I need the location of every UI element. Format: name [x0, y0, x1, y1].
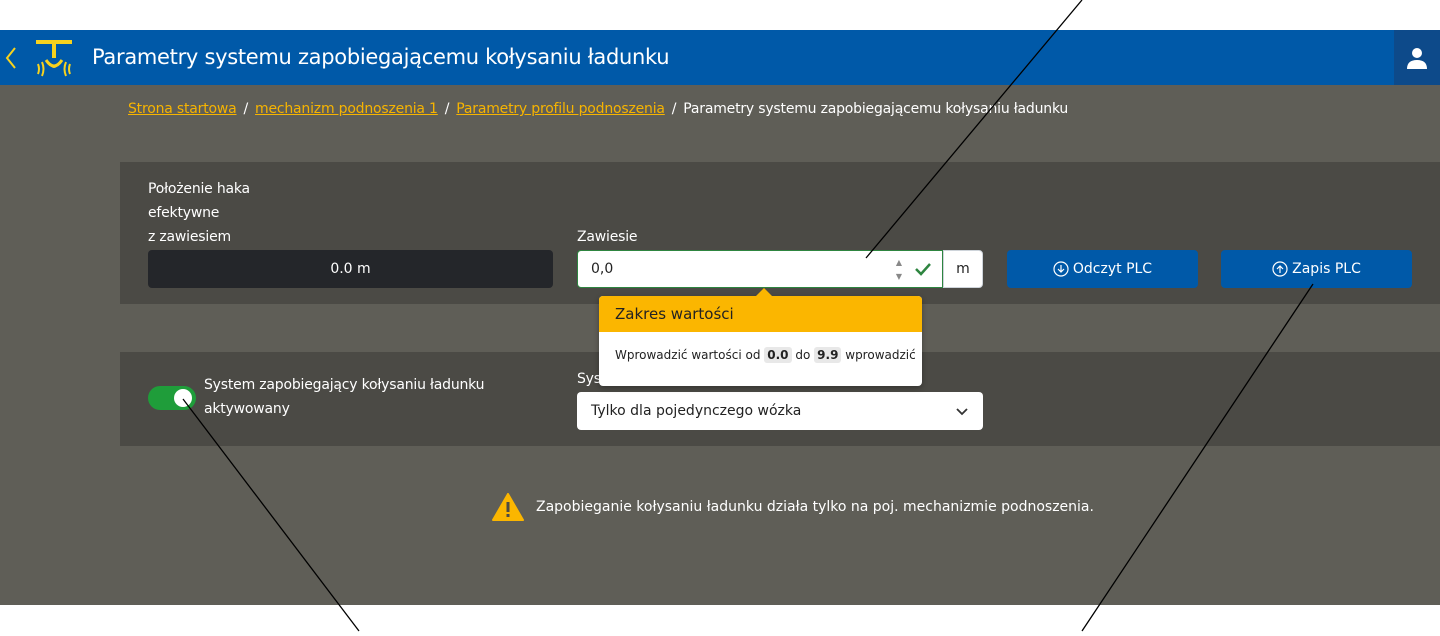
popover-title: Zakres wartości [599, 296, 922, 332]
chevron-left-icon [5, 46, 16, 69]
read-plc-button[interactable]: Odczyt PLC [1007, 250, 1198, 288]
hook-position-label-line1: Położenie haka [148, 181, 250, 197]
hook-position-label-line3: z zawiesiem [148, 229, 231, 245]
arrow-up-circle-icon [1272, 261, 1288, 277]
warning-icon [492, 493, 524, 521]
select-label: Sys [577, 371, 601, 387]
hook-position-value: 0.0 m [148, 250, 553, 288]
user-button[interactable] [1394, 30, 1440, 85]
chevron-down-icon [956, 408, 968, 416]
mode-select-value: Tylko dla pojedynczego wózka [591, 403, 802, 419]
mode-select[interactable]: Tylko dla pojedynczego wózka [577, 392, 983, 430]
anti-sway-toggle[interactable] [148, 386, 196, 410]
breadcrumb-link-home[interactable]: Strona startowa [128, 101, 237, 117]
app-header: Parametry systemu zapobiegającemu kołysa… [0, 30, 1440, 85]
breadcrumb: Strona startowa / mechanizm podnoszenia 1 /… [128, 101, 1068, 117]
popover-text-mid: do [795, 348, 811, 362]
warning-message: Zapobieganie kołysaniu ładunku działa ty… [492, 493, 1094, 521]
spin-down-icon[interactable]: ▼ [896, 271, 902, 283]
sling-label: Zawiesie [577, 229, 638, 245]
breadcrumb-current: Parametry systemu zapobiegającemu kołysa… [683, 101, 1069, 117]
toggle-knob [174, 389, 192, 407]
sling-spinner[interactable]: ▲ ▼ [894, 257, 904, 283]
hook-sling-card: Położenie haka efektywne z zawiesiem 0.0… [120, 162, 1440, 304]
breadcrumb-separator: / [243, 101, 249, 117]
breadcrumb-separator: / [444, 101, 450, 117]
breadcrumb-link-profile[interactable]: Parametry profilu podnoszenia [456, 101, 665, 117]
write-plc-button[interactable]: Zapis PLC [1221, 250, 1412, 288]
read-plc-label: Odczyt PLC [1072, 261, 1153, 277]
toggle-label-line2: aktywowany [204, 401, 290, 417]
spin-up-icon[interactable]: ▲ [896, 257, 902, 269]
breadcrumb-separator: / [671, 101, 677, 117]
sling-input-value: 0,0 [591, 261, 614, 277]
popover-min: 0.0 [764, 347, 792, 363]
popover-body: Wprowadzić wartości od 0.0 do 9.9 wprowa… [599, 332, 922, 363]
hook-position-label-line2: efektywne [148, 205, 220, 221]
page-title: Parametry systemu zapobiegającemu kołysa… [92, 45, 670, 69]
popover-text-before: Wprowadzić wartości od [615, 348, 761, 362]
sling-input[interactable]: 0,0 ▲ ▼ [577, 250, 943, 288]
sling-input-group: 0,0 ▲ ▼ m [577, 250, 983, 288]
app-root: Parametry systemu zapobiegającemu kołysa… [0, 0, 1440, 636]
warning-text: Zapobieganie kołysaniu ładunku działa ty… [536, 499, 1094, 515]
arrow-down-circle-icon [1053, 261, 1069, 277]
popover-text-after: wprowadzić [845, 348, 916, 362]
value-range-popover: Zakres wartości Wprowadzić wartości od 0… [599, 288, 922, 386]
breadcrumb-link-hoist[interactable]: mechanizm podnoszenia 1 [255, 101, 438, 117]
check-icon [915, 263, 931, 276]
popover-arrow [756, 288, 772, 296]
sling-unit: m [943, 250, 983, 288]
crane-hook-logo-icon [36, 40, 72, 77]
user-icon [1407, 47, 1427, 69]
toggle-label-line1: System zapobiegający kołysaniu ładunku [204, 377, 485, 393]
write-plc-label: Zapis PLC [1292, 261, 1361, 277]
back-button[interactable] [0, 30, 22, 85]
popover-max: 9.9 [814, 347, 842, 363]
